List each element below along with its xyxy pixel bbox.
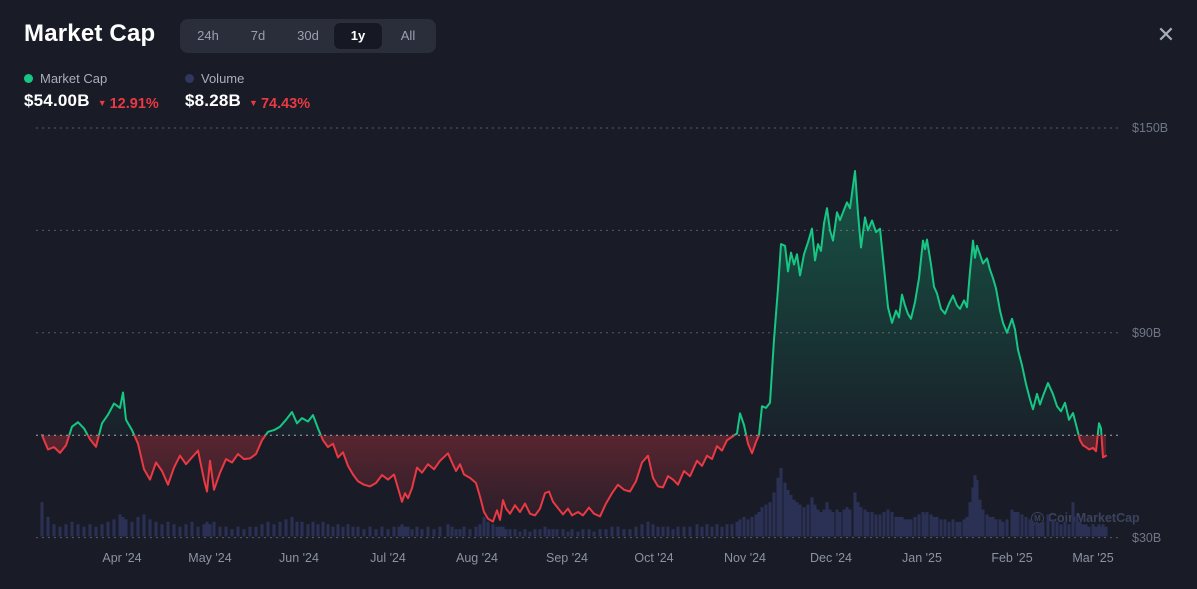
x-axis-label: Apr '24: [102, 551, 141, 565]
x-axis-label: Oct '24: [634, 551, 673, 565]
x-axis-label: Dec '24: [810, 551, 852, 565]
x-axis-label: Jul '24: [370, 551, 406, 565]
x-axis-label: May '24: [188, 551, 231, 565]
x-axis-label: Sep '24: [546, 551, 588, 565]
x-axis-label: Mar '25: [1072, 551, 1113, 565]
x-axis-label: Jun '24: [279, 551, 319, 565]
chart-canvas[interactable]: [0, 0, 1197, 589]
market-cap-widget: Market Cap 24h7d30d1yAll ✕ Market Cap Vo…: [0, 0, 1197, 589]
x-axis-label: Jan '25: [902, 551, 942, 565]
y-axis-label: $150B: [1132, 121, 1168, 135]
x-axis-label: Aug '24: [456, 551, 498, 565]
x-axis-label: Nov '24: [724, 551, 766, 565]
y-axis-label: $30B: [1132, 531, 1161, 545]
y-axis-label: $90B: [1132, 326, 1161, 340]
x-axis-label: Feb '25: [991, 551, 1032, 565]
